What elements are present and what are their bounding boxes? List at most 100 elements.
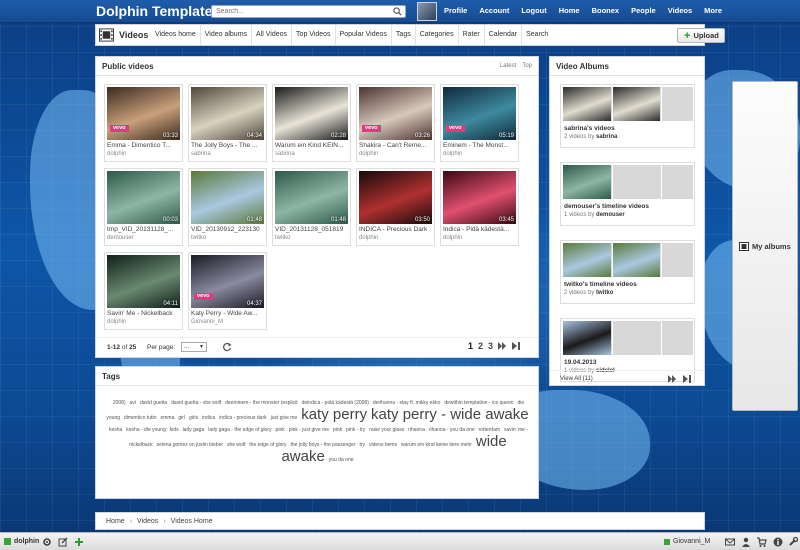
video-title[interactable]: Warum ein Kind KEIN... bbox=[275, 142, 349, 149]
album-title[interactable]: demouser's timeline videos bbox=[564, 203, 649, 210]
album-card[interactable]: twitko's timeline videos 2 videos by twit… bbox=[560, 240, 695, 304]
video-author[interactable]: Giovanni_M bbox=[191, 319, 223, 325]
search-icon[interactable] bbox=[393, 7, 402, 16]
tag-link[interactable]: kids bbox=[170, 427, 179, 433]
info-icon[interactable] bbox=[773, 537, 783, 547]
user-menu[interactable]: Giovanni_M bbox=[664, 538, 710, 545]
album-owner[interactable]: twitko bbox=[596, 290, 613, 296]
video-title[interactable]: The Jolly Boys - The ... bbox=[191, 142, 265, 149]
album-title[interactable]: 19.04.2013 bbox=[564, 359, 597, 366]
album-thumbnail[interactable] bbox=[563, 321, 611, 355]
page-link[interactable]: 3 bbox=[488, 341, 493, 351]
tag-link[interactable]: katy perry bbox=[301, 406, 367, 423]
subnav-link[interactable]: Rater bbox=[459, 25, 485, 45]
view-all-link[interactable]: View All (11) bbox=[560, 376, 593, 382]
album-card[interactable]: sabrina's videos 2 videos by sabrina bbox=[560, 84, 695, 148]
album-card[interactable]: demouser's timeline videos 1 videos by de… bbox=[560, 162, 695, 226]
album-thumbnail[interactable] bbox=[563, 87, 611, 121]
top-nav-item-videos[interactable]: Videos bbox=[668, 6, 692, 15]
video-author[interactable]: sabrina bbox=[275, 151, 295, 157]
video-card[interactable]: vevo 03:33 Emma - Dimentico T... dolphin bbox=[104, 84, 183, 162]
add-icon[interactable] bbox=[74, 537, 84, 547]
breadcrumb-item[interactable]: Videos bbox=[137, 518, 158, 525]
video-card[interactable]: 03:45 Indica - Pidä kädestä... dolphin bbox=[440, 168, 519, 246]
top-nav-item-profile[interactable]: Profile bbox=[444, 6, 467, 15]
video-author[interactable]: dolphin bbox=[443, 151, 462, 157]
album-owner[interactable]: demouser bbox=[596, 212, 625, 218]
video-thumbnail[interactable]: vevo 03:33 bbox=[107, 87, 180, 140]
video-author[interactable]: dolphin bbox=[359, 235, 378, 241]
video-author[interactable]: dolphin bbox=[107, 151, 126, 157]
video-title[interactable]: Katy Perry - Wide Aw... bbox=[191, 310, 265, 317]
page-link[interactable]: 1 bbox=[468, 341, 473, 351]
subnav-link[interactable]: Top Videos bbox=[292, 25, 336, 45]
top-nav-item-home[interactable]: Home bbox=[559, 6, 580, 15]
wrench-icon[interactable] bbox=[788, 537, 798, 547]
top-nav-item-account[interactable]: Account bbox=[479, 6, 509, 15]
tag-link[interactable]: just give me bbox=[271, 415, 298, 421]
refresh-icon[interactable] bbox=[222, 342, 232, 352]
tag-link[interactable]: girl bbox=[178, 415, 185, 421]
tag-link[interactable]: pink - try bbox=[346, 427, 365, 433]
video-title[interactable]: VID_20131128_051819 bbox=[275, 226, 349, 233]
video-thumbnail[interactable]: 04:11 bbox=[107, 255, 180, 308]
video-thumbnail[interactable]: vevo 04:37 bbox=[191, 255, 264, 308]
my-albums-button[interactable]: My albums bbox=[732, 81, 798, 411]
tag-link[interactable]: indica bbox=[202, 415, 215, 421]
tag-link[interactable]: indica - precious dark bbox=[219, 415, 267, 421]
tag-link[interactable]: videos bems bbox=[369, 442, 397, 448]
video-card[interactable]: 00:03 tmp_VID_20131128_... demouser bbox=[104, 168, 183, 246]
video-card[interactable]: 01:48 VID_20130912_223130 twitko bbox=[188, 168, 267, 246]
tag-link[interactable]: you da one bbox=[329, 457, 354, 463]
last-page-icon[interactable] bbox=[512, 342, 521, 350]
tag-link[interactable]: warum ein kind keine tiere mehr bbox=[401, 442, 472, 448]
video-title[interactable]: Shakira - Can't Reme... bbox=[359, 142, 433, 149]
video-author[interactable]: twitko bbox=[191, 235, 206, 241]
video-card[interactable]: 04:11 Savin' Me - Nickelback dolphin bbox=[104, 252, 183, 330]
video-card[interactable]: 04:34 The Jolly Boys - The ... sabrina bbox=[188, 84, 267, 162]
subnav-link[interactable]: Calendar bbox=[485, 25, 523, 45]
tag-link[interactable]: emma bbox=[160, 415, 174, 421]
tag-link[interactable]: katy perry - wide awake bbox=[371, 406, 529, 423]
album-owner[interactable]: sabrina bbox=[596, 134, 617, 140]
tag-link[interactable]: david guetta bbox=[140, 400, 167, 406]
last-page-icon[interactable] bbox=[683, 375, 691, 383]
user-icon[interactable] bbox=[741, 537, 751, 547]
page-link[interactable]: 2 bbox=[478, 341, 483, 351]
video-card[interactable]: vevo 05:19 Eminem - The Monst... dolphin bbox=[440, 84, 519, 162]
site-menu[interactable]: dolphin bbox=[4, 538, 39, 545]
video-thumbnail[interactable]: 03:45 bbox=[443, 171, 516, 224]
subnav-link[interactable]: Search bbox=[522, 25, 552, 45]
video-card[interactable]: 02:28 Warum ein Kind KEIN... sabrina bbox=[272, 84, 351, 162]
mail-icon[interactable] bbox=[725, 537, 735, 547]
tag-link[interactable]: she wolf bbox=[227, 442, 245, 448]
user-avatar[interactable] bbox=[417, 2, 437, 21]
breadcrumb-item[interactable]: Home bbox=[106, 518, 125, 525]
subnav-link[interactable]: Tags bbox=[392, 25, 416, 45]
album-thumbnails[interactable] bbox=[563, 165, 693, 199]
tag-link[interactable]: 2008) bbox=[113, 400, 126, 406]
video-author[interactable]: twitko bbox=[275, 235, 290, 241]
tag-link[interactable]: kesha bbox=[109, 427, 122, 433]
video-thumbnail[interactable]: 00:03 bbox=[107, 171, 180, 224]
album-thumbnails[interactable] bbox=[563, 243, 693, 277]
gear-icon[interactable] bbox=[42, 537, 52, 547]
album-thumbnail[interactable] bbox=[563, 165, 611, 199]
edit-icon[interactable] bbox=[58, 537, 68, 547]
album-thumbnail[interactable] bbox=[563, 243, 611, 277]
top-nav-item-logout[interactable]: Logout bbox=[521, 6, 546, 15]
video-title[interactable]: Indica - Pidä kädestä... bbox=[443, 226, 517, 233]
album-thumbnails[interactable] bbox=[563, 321, 693, 355]
album-title[interactable]: sabrina's videos bbox=[564, 125, 615, 132]
video-title[interactable]: Eminem - The Monst... bbox=[443, 142, 517, 149]
tag-link[interactable]: avi bbox=[130, 400, 136, 406]
video-thumbnail[interactable]: 01:48 bbox=[275, 171, 348, 224]
video-thumbnail[interactable]: vevo 03:26 bbox=[359, 87, 432, 140]
tag-link[interactable]: wide awake bbox=[281, 433, 506, 465]
tag-link[interactable]: deeminem - the monster (explicit bbox=[225, 400, 298, 406]
tag-link[interactable]: kesha - die young bbox=[126, 427, 165, 433]
video-title[interactable]: Emma - Dimentico T... bbox=[107, 142, 181, 149]
video-card[interactable]: 01:48 VID_20131128_051819twitko bbox=[272, 168, 351, 246]
subnav-link[interactable]: Video albums bbox=[201, 25, 253, 45]
upload-button[interactable]: + Upload bbox=[677, 28, 725, 43]
